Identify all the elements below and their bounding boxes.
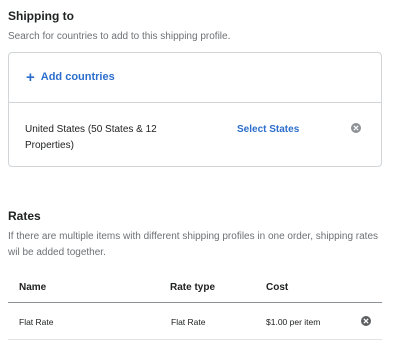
add-countries-label: Add countries <box>40 71 115 83</box>
remove-rate-icon[interactable] <box>361 316 371 326</box>
plus-icon: + <box>26 68 35 86</box>
shipping-description: Search for countries to add to this ship… <box>8 31 231 42</box>
shipping-title: Shipping to <box>8 9 74 23</box>
shipping-profile-panel: Shipping to Search for countries to add … <box>0 0 400 362</box>
remove-country-icon[interactable] <box>351 123 361 133</box>
add-countries-button[interactable]: + Add countries <box>26 68 115 86</box>
rates-table-header: Name Rate type Cost <box>8 280 382 302</box>
column-header-cost: Cost <box>266 282 289 293</box>
column-header-rate-type: Rate type <box>170 282 216 293</box>
rate-type: Flat Rate <box>171 317 206 327</box>
shipping-countries-card: + Add countries United States (50 States… <box>8 52 382 167</box>
column-header-name: Name <box>19 282 47 293</box>
select-states-link[interactable]: Select States <box>237 122 299 138</box>
rate-cost: $1.00 per item <box>266 317 321 327</box>
rate-name: Flat Rate <box>19 317 54 327</box>
rates-title: Rates <box>8 209 41 223</box>
rates-description: If there are multiple items with differe… <box>8 231 379 258</box>
card-divider <box>9 102 381 103</box>
table-row: Flat Rate Flat Rate $1.00 per item <box>8 303 382 339</box>
table-row-divider <box>8 339 382 340</box>
country-name: United States (50 States & 12 Properties… <box>25 124 157 151</box>
